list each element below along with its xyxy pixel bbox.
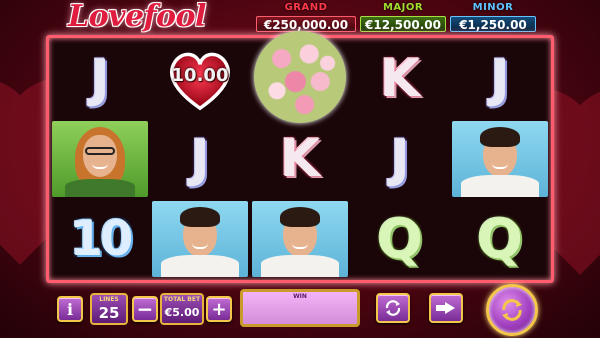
increase-bet-button[interactable]: + — [206, 296, 232, 322]
reel-cell-r1c4: K — [350, 39, 450, 119]
man-hair — [180, 207, 220, 227]
reel-cell-r2c1 — [50, 119, 150, 199]
total-bet-label: TOTAL BET — [163, 296, 201, 303]
reel-cell-r3c3 — [250, 199, 350, 279]
lines-label: LINES — [99, 296, 119, 303]
symbol-k: K — [379, 49, 421, 109]
symbol-k: K — [279, 129, 321, 189]
symbol-10: 10 — [69, 211, 134, 267]
spin-button[interactable] — [486, 284, 538, 336]
man-portrait-symbol — [452, 121, 548, 197]
jackpot-major: MAJOR €12,500.00 — [360, 2, 446, 32]
man-portrait-symbol — [152, 201, 248, 277]
jackpot-grand: GRAND €250,000.00 — [256, 2, 356, 32]
reel-cell-r1c2: 10.00 — [150, 39, 250, 119]
symbol-j: J — [490, 49, 510, 109]
glasses-icon — [85, 147, 115, 155]
jackpot-minor: MINOR €1,250.00 — [450, 2, 536, 32]
man-portrait-symbol — [252, 201, 348, 277]
heart-symbol: 10.00 — [160, 45, 240, 115]
woman-portrait-symbol — [52, 121, 148, 197]
symbol-j: J — [190, 129, 210, 189]
win-label: WIN — [293, 293, 307, 300]
rose-bouquet-icon — [254, 31, 346, 123]
symbol-j: J — [90, 49, 110, 109]
jackpot-grand-value: €250,000.00 — [256, 16, 356, 32]
game-logo: Lovefool — [68, 0, 206, 34]
win-display: WIN — [240, 289, 360, 327]
reel-cell-r3c2 — [150, 199, 250, 279]
autoplay-button[interactable] — [376, 293, 410, 323]
reel-cell-r3c1: 10 — [50, 199, 150, 279]
man-shirt — [161, 255, 239, 277]
reel-cell-r2c2: J — [150, 119, 250, 199]
fast-forward-icon — [436, 302, 455, 314]
jackpot-major-title: MAJOR — [382, 2, 424, 13]
symbol-q: Q — [477, 207, 523, 271]
lines-display: LINES 25 — [90, 293, 128, 325]
reel-grid: J 10.00 K J J K J 10 Q Q — [50, 31, 550, 279]
heart-symbol-value: 10.00 — [171, 65, 229, 86]
reel-cell-r1c1: J — [50, 39, 150, 119]
info-button[interactable]: i — [57, 296, 83, 322]
reel-cell-r1c3 — [250, 31, 350, 123]
jackpot-minor-title: MINOR — [472, 2, 514, 13]
man-shirt — [461, 175, 539, 197]
lines-value: 25 — [98, 304, 120, 322]
woman-face — [83, 135, 117, 177]
symbol-q: Q — [377, 207, 423, 271]
man-shirt — [261, 255, 339, 277]
jackpot-grand-title: GRAND — [284, 2, 328, 13]
decrease-bet-button[interactable]: − — [132, 296, 158, 322]
man-hair — [480, 127, 520, 147]
total-bet-value: €5.00 — [164, 306, 200, 319]
reel-cell-r3c5: Q — [450, 199, 550, 279]
total-bet-display: TOTAL BET €5.00 — [160, 293, 204, 325]
jackpot-minor-value: €1,250.00 — [450, 16, 536, 32]
jackpot-major-value: €12,500.00 — [360, 16, 446, 32]
spin-icon — [502, 299, 522, 321]
reel-cell-r2c5 — [450, 119, 550, 199]
reel-cell-r2c3: K — [250, 119, 350, 199]
man-hair — [280, 207, 320, 227]
turbo-button[interactable] — [429, 293, 463, 323]
reel-cell-r2c4: J — [350, 119, 450, 199]
autoplay-icon — [385, 300, 401, 316]
reel-cell-r3c4: Q — [350, 199, 450, 279]
reel-cell-r1c5: J — [450, 39, 550, 119]
symbol-j: J — [390, 129, 410, 189]
woman-top — [65, 179, 135, 197]
